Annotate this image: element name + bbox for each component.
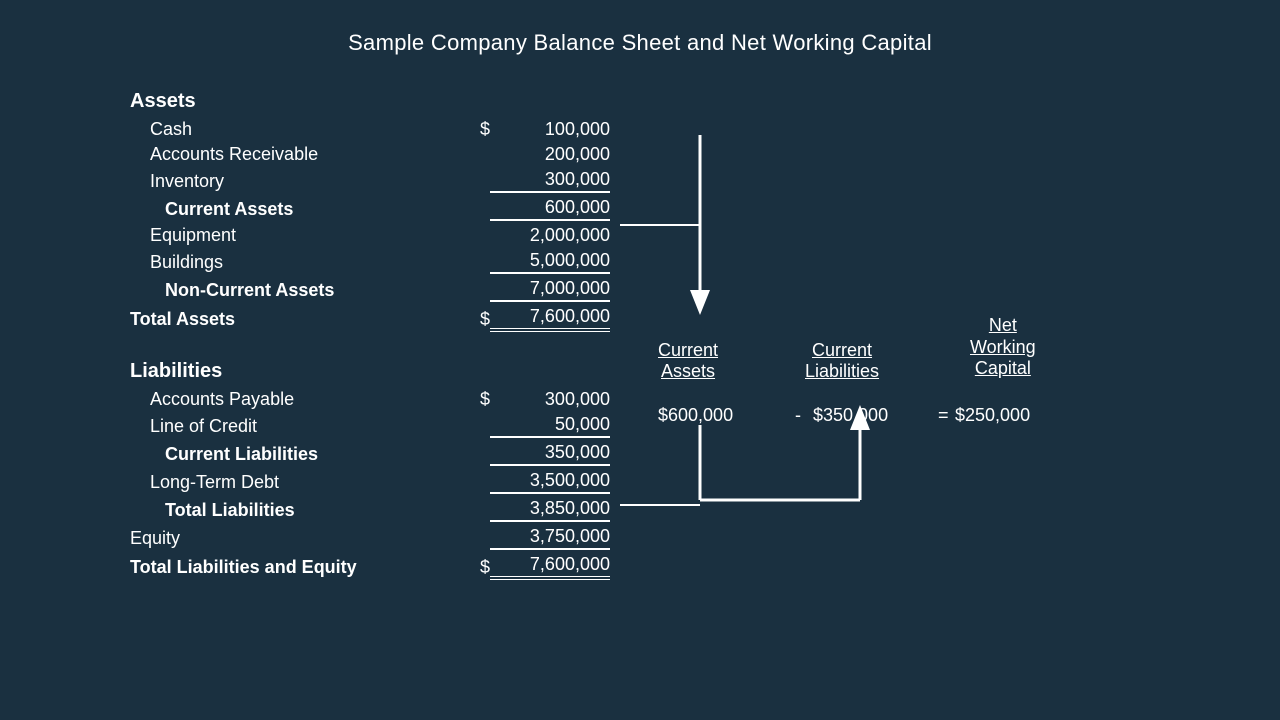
cl-line1: Current [805,340,879,361]
buildings-label: Buildings [130,252,460,273]
ca-line1: Current [658,340,718,361]
non-current-assets-value: 7,000,000 [490,278,610,302]
current-assets-label: Current Assets [130,199,460,220]
nwc-diagram: Current Assets Current Liabilities Net W… [620,130,1280,690]
nwc-line3: Capital [970,358,1036,380]
total-assets-dollar: $ [460,309,490,330]
cash-label: Cash [130,119,460,140]
current-assets-value: 600,000 [490,197,610,221]
loc-label: Line of Credit [130,416,460,437]
diagram-equals: = [938,405,949,426]
total-liabilities-equity-label: Total Liabilities and Equity [130,557,460,578]
ap-value: 300,000 [490,389,610,410]
inventory-label: Inventory [130,171,460,192]
equity-label: Equity [130,528,460,549]
diagram-labels: Current Assets Current Liabilities Net W… [620,130,1280,690]
diagram-current-liabilities-label: Current Liabilities [805,340,879,382]
ltd-value: 3,500,000 [490,470,610,494]
ar-label: Accounts Receivable [130,144,460,165]
ltd-label: Long-Term Debt [130,472,460,493]
equipment-value: 2,000,000 [490,225,610,246]
diagram-minus: - [795,405,801,426]
cash-dollar: $ [460,119,490,140]
total-liabilities-equity-dollar: $ [460,557,490,578]
cl-line2: Liabilities [805,361,879,382]
loc-value: 50,000 [490,414,610,438]
ar-value: 200,000 [490,144,610,165]
ca-line2: Assets [658,361,718,382]
page-title: Sample Company Balance Sheet and Net Wor… [0,0,1280,76]
equity-value: 3,750,000 [490,526,610,550]
ap-label: Accounts Payable [130,389,460,410]
assets-header: Assets [130,90,750,113]
total-liabilities-value: 3,850,000 [490,498,610,522]
cash-value: 100,000 [490,119,610,140]
diagram-cl-value: $350,000 [813,405,888,426]
diagram-nwc-label: Net Working Capital [970,315,1036,380]
total-liabilities-label: Total Liabilities [130,500,460,521]
ap-dollar: $ [460,389,490,410]
total-liabilities-equity-value: 7,600,000 [490,554,610,580]
total-assets-value: 7,600,000 [490,306,610,332]
equipment-label: Equipment [130,225,460,246]
diagram-nwc-value: $250,000 [955,405,1030,426]
current-liabilities-value: 350,000 [490,442,610,466]
current-liabilities-label: Current Liabilities [130,444,460,465]
diagram-ca-value: $600,000 [658,405,733,426]
non-current-assets-label: Non-Current Assets [130,280,460,301]
total-assets-label: Total Assets [130,309,460,330]
nwc-line1: Net [970,315,1036,337]
inventory-value: 300,000 [490,169,610,193]
buildings-value: 5,000,000 [490,250,610,274]
diagram-current-assets-label: Current Assets [658,340,718,382]
nwc-line2: Working [970,337,1036,359]
